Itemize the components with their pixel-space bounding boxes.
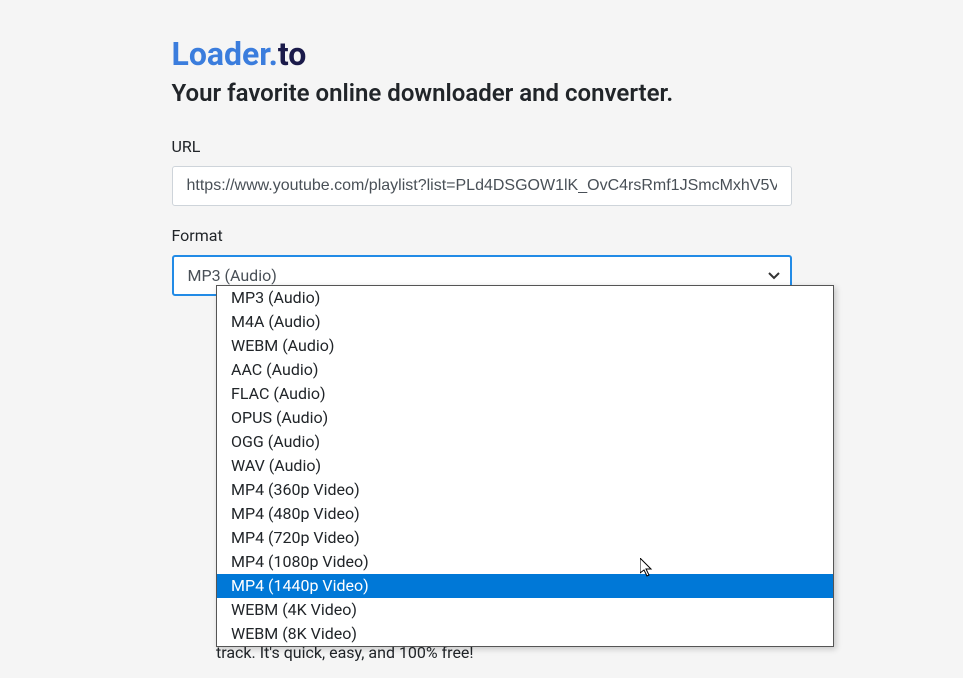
format-option[interactable]: WEBM (4K Video) (217, 598, 833, 622)
logo-part2: to (278, 35, 306, 73)
format-dropdown-list[interactable]: MP3 (Audio)M4A (Audio)WEBM (Audio)AAC (A… (216, 285, 834, 647)
format-option[interactable]: FLAC (Audio) (217, 382, 833, 406)
format-option[interactable]: MP3 (Audio) (217, 286, 833, 310)
format-option[interactable]: OGG (Audio) (217, 430, 833, 454)
format-option[interactable]: WEBM (8K Video) (217, 622, 833, 646)
format-option[interactable]: M4A (Audio) (217, 310, 833, 334)
tagline: Your favorite online downloader and conv… (172, 79, 792, 107)
url-input[interactable] (172, 166, 792, 206)
format-option[interactable]: MP4 (360p Video) (217, 478, 833, 502)
format-option[interactable]: MP4 (1080p Video) (217, 550, 833, 574)
site-logo[interactable]: Loader.to (172, 35, 792, 73)
format-selected-value: MP3 (Audio) (188, 266, 277, 285)
format-option[interactable]: OPUS (Audio) (217, 406, 833, 430)
format-option[interactable]: WEBM (Audio) (217, 334, 833, 358)
url-label: URL (172, 137, 792, 156)
format-option[interactable]: WAV (Audio) (217, 454, 833, 478)
format-option[interactable]: MP4 (720p Video) (217, 526, 833, 550)
format-option[interactable]: MP4 (1440p Video) (217, 574, 833, 598)
format-option[interactable]: MP4 (480p Video) (217, 502, 833, 526)
format-option[interactable]: AAC (Audio) (217, 358, 833, 382)
logo-part1: Loader. (172, 35, 278, 73)
format-label: Format (172, 226, 792, 245)
